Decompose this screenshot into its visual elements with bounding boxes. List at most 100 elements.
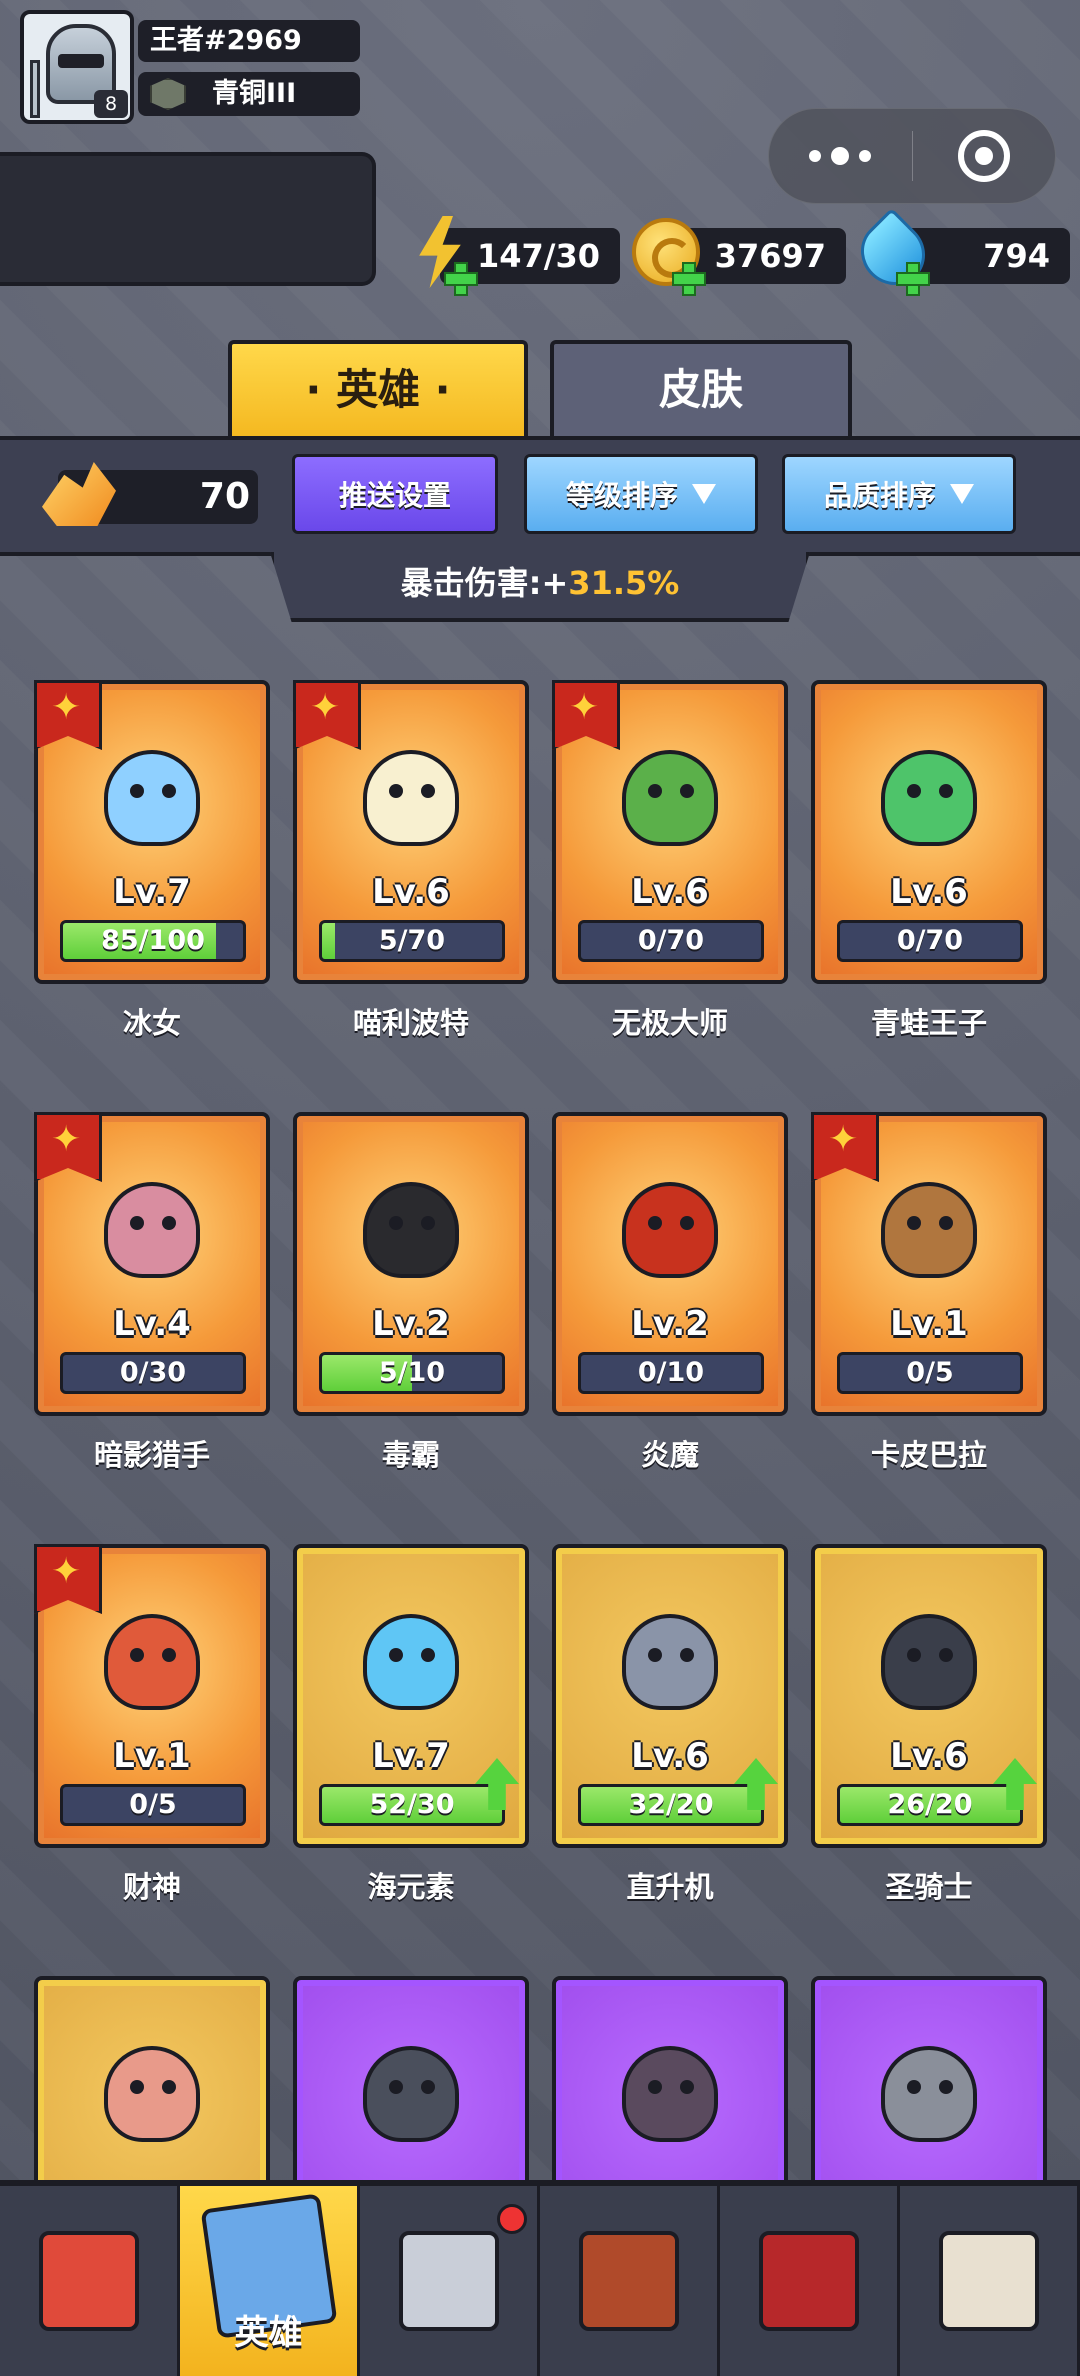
- nav-item[interactable]: [360, 2186, 540, 2376]
- add-energy-button[interactable]: [444, 262, 478, 296]
- crit-damage-bonus: 暴击伤害:+31.5%: [270, 552, 810, 622]
- hero-progress-text: 0/5: [129, 1789, 177, 1820]
- hero-name: 圣骑士: [885, 1870, 973, 1904]
- nav-item[interactable]: [720, 2186, 900, 2376]
- hero-card[interactable]: Lv.6 26/20: [811, 1544, 1047, 1848]
- hero-progress-text: 0/70: [637, 925, 705, 956]
- notification-dot: [497, 2204, 527, 2234]
- hero-progress-text: 5/10: [378, 1357, 446, 1388]
- hero-card[interactable]: Lv.2 5/10: [293, 1112, 529, 1416]
- hero-name: 冰女: [122, 1006, 181, 1040]
- hero-progress-bar: 0/70: [837, 920, 1023, 962]
- close-miniprogram-button[interactable]: [912, 130, 1055, 182]
- hero-name: 无极大师: [611, 1006, 728, 1040]
- hero-progress-bar: 0/30: [60, 1352, 246, 1394]
- nav-item[interactable]: [540, 2186, 720, 2376]
- player-profile[interactable]: [0, 152, 376, 286]
- hero-level: Lv.2: [631, 1304, 709, 1344]
- hero-level: Lv.1: [113, 1736, 191, 1776]
- hero-progress-text: 0/30: [119, 1357, 187, 1388]
- hero-level: Lv.7: [113, 872, 191, 912]
- push-settings-button[interactable]: 推送设置: [292, 454, 498, 534]
- more-options-button[interactable]: [769, 147, 912, 165]
- quality-sort-button[interactable]: 品质排序: [782, 454, 1016, 534]
- hero-level: Lv.6: [890, 872, 968, 912]
- hero-portrait: [343, 720, 479, 856]
- miniprogram-capsule: [768, 108, 1056, 204]
- hero-portrait: [602, 1584, 738, 1720]
- chevron-down-icon: [950, 484, 974, 504]
- nav-item[interactable]: [900, 2186, 1080, 2376]
- hero-progress-bar: 5/10: [319, 1352, 505, 1394]
- hero-portrait: [861, 2016, 997, 2152]
- hero-progress-bar: 85/100: [60, 920, 246, 962]
- hero-progress-bar: 0/5: [60, 1784, 246, 1826]
- hero-progress-text: 52/30: [369, 1789, 455, 1820]
- hero-level: Lv.2: [372, 1304, 450, 1344]
- hero-name: 直升机: [626, 1870, 714, 1904]
- bottom-nav: 英雄: [0, 2180, 1080, 2376]
- hero-portrait: [861, 1152, 997, 1288]
- battle-swords-icon: [398, 2231, 499, 2331]
- hero-card[interactable]: Lv.1 0/5: [811, 1112, 1047, 1416]
- hero-card[interactable]: Lv.6 0/70: [552, 680, 788, 984]
- shop-icon: [38, 2231, 139, 2331]
- hero-card[interactable]: Lv.4 0/30: [34, 1112, 270, 1416]
- hero-card[interactable]: Lv.2 0/10: [552, 1112, 788, 1416]
- hero-card[interactable]: Lv.7 85/100: [34, 680, 270, 984]
- hero-portrait: [861, 720, 997, 856]
- sword-icon: [30, 60, 40, 118]
- hero-progress-bar: 32/20: [578, 1784, 764, 1826]
- hero-card[interactable]: Lv.6 5/70: [293, 680, 529, 984]
- player-level: 8: [94, 90, 128, 118]
- add-gold-button[interactable]: [672, 262, 706, 296]
- hero-name: 暗影猎手: [93, 1438, 210, 1472]
- hero-progress-text: 5/70: [378, 925, 446, 956]
- hero-portrait: [861, 1584, 997, 1720]
- guild-banner-icon: [758, 2231, 859, 2331]
- level-sort-button[interactable]: 等级排序: [524, 454, 758, 534]
- hero-name: 青蛙王子: [870, 1006, 987, 1040]
- castle-icon: [938, 2231, 1039, 2331]
- hero-level: Lv.1: [890, 1304, 968, 1344]
- hero-name: 喵利波特: [352, 1006, 469, 1040]
- avatar[interactable]: 8: [20, 10, 134, 124]
- nav-item[interactable]: 英雄: [180, 2186, 360, 2376]
- trophy-cup-icon: [578, 2231, 679, 2331]
- hero-progress-bar: 52/30: [319, 1784, 505, 1826]
- hero-portrait: [84, 1152, 220, 1288]
- add-gems-button[interactable]: [896, 262, 930, 296]
- hero-level: Lv.4: [113, 1304, 191, 1344]
- hero-progress-text: 0/10: [637, 1357, 705, 1388]
- nav-item[interactable]: [0, 2186, 180, 2376]
- hero-card[interactable]: Lv.7 52/30: [293, 1544, 529, 1848]
- hero-name: 财神: [122, 1870, 181, 1904]
- hero-portrait: [84, 2016, 220, 2152]
- hero-progress-bar: 0/10: [578, 1352, 764, 1394]
- hero-card[interactable]: Lv.1 0/5: [34, 1544, 270, 1848]
- hero-progress-text: 85/100: [101, 925, 205, 956]
- hero-progress-bar: 0/5: [837, 1352, 1023, 1394]
- hero-portrait: [84, 1584, 220, 1720]
- hero-level: Lv.6: [631, 872, 709, 912]
- hero-name: 海元素: [367, 1870, 455, 1904]
- tab-hero[interactable]: · 英雄 ·: [228, 340, 528, 438]
- hero-portrait: [343, 1584, 479, 1720]
- hero-portrait: [343, 2016, 479, 2152]
- hero-card[interactable]: Lv.6 32/20: [552, 1544, 788, 1848]
- hero-portrait: [602, 2016, 738, 2152]
- hero-card[interactable]: Lv.6 0/70: [811, 680, 1047, 984]
- hero-name: 毒霸: [381, 1438, 440, 1472]
- hero-progress-bar: 0/70: [578, 920, 764, 962]
- hero-progress-text: 26/20: [887, 1789, 973, 1820]
- chevron-down-icon: [692, 484, 716, 504]
- hero-progress-bar: 26/20: [837, 1784, 1023, 1826]
- player-name: 王者#2969: [138, 20, 360, 62]
- nav-label: 英雄: [234, 2313, 303, 2353]
- tab-skin[interactable]: 皮肤: [550, 340, 852, 438]
- hero-portrait: [84, 720, 220, 856]
- hero-name: 卡皮巴拉: [870, 1438, 987, 1472]
- hero-progress-text: 0/5: [906, 1357, 954, 1388]
- hero-level: Lv.6: [372, 872, 450, 912]
- hero-portrait: [343, 1152, 479, 1288]
